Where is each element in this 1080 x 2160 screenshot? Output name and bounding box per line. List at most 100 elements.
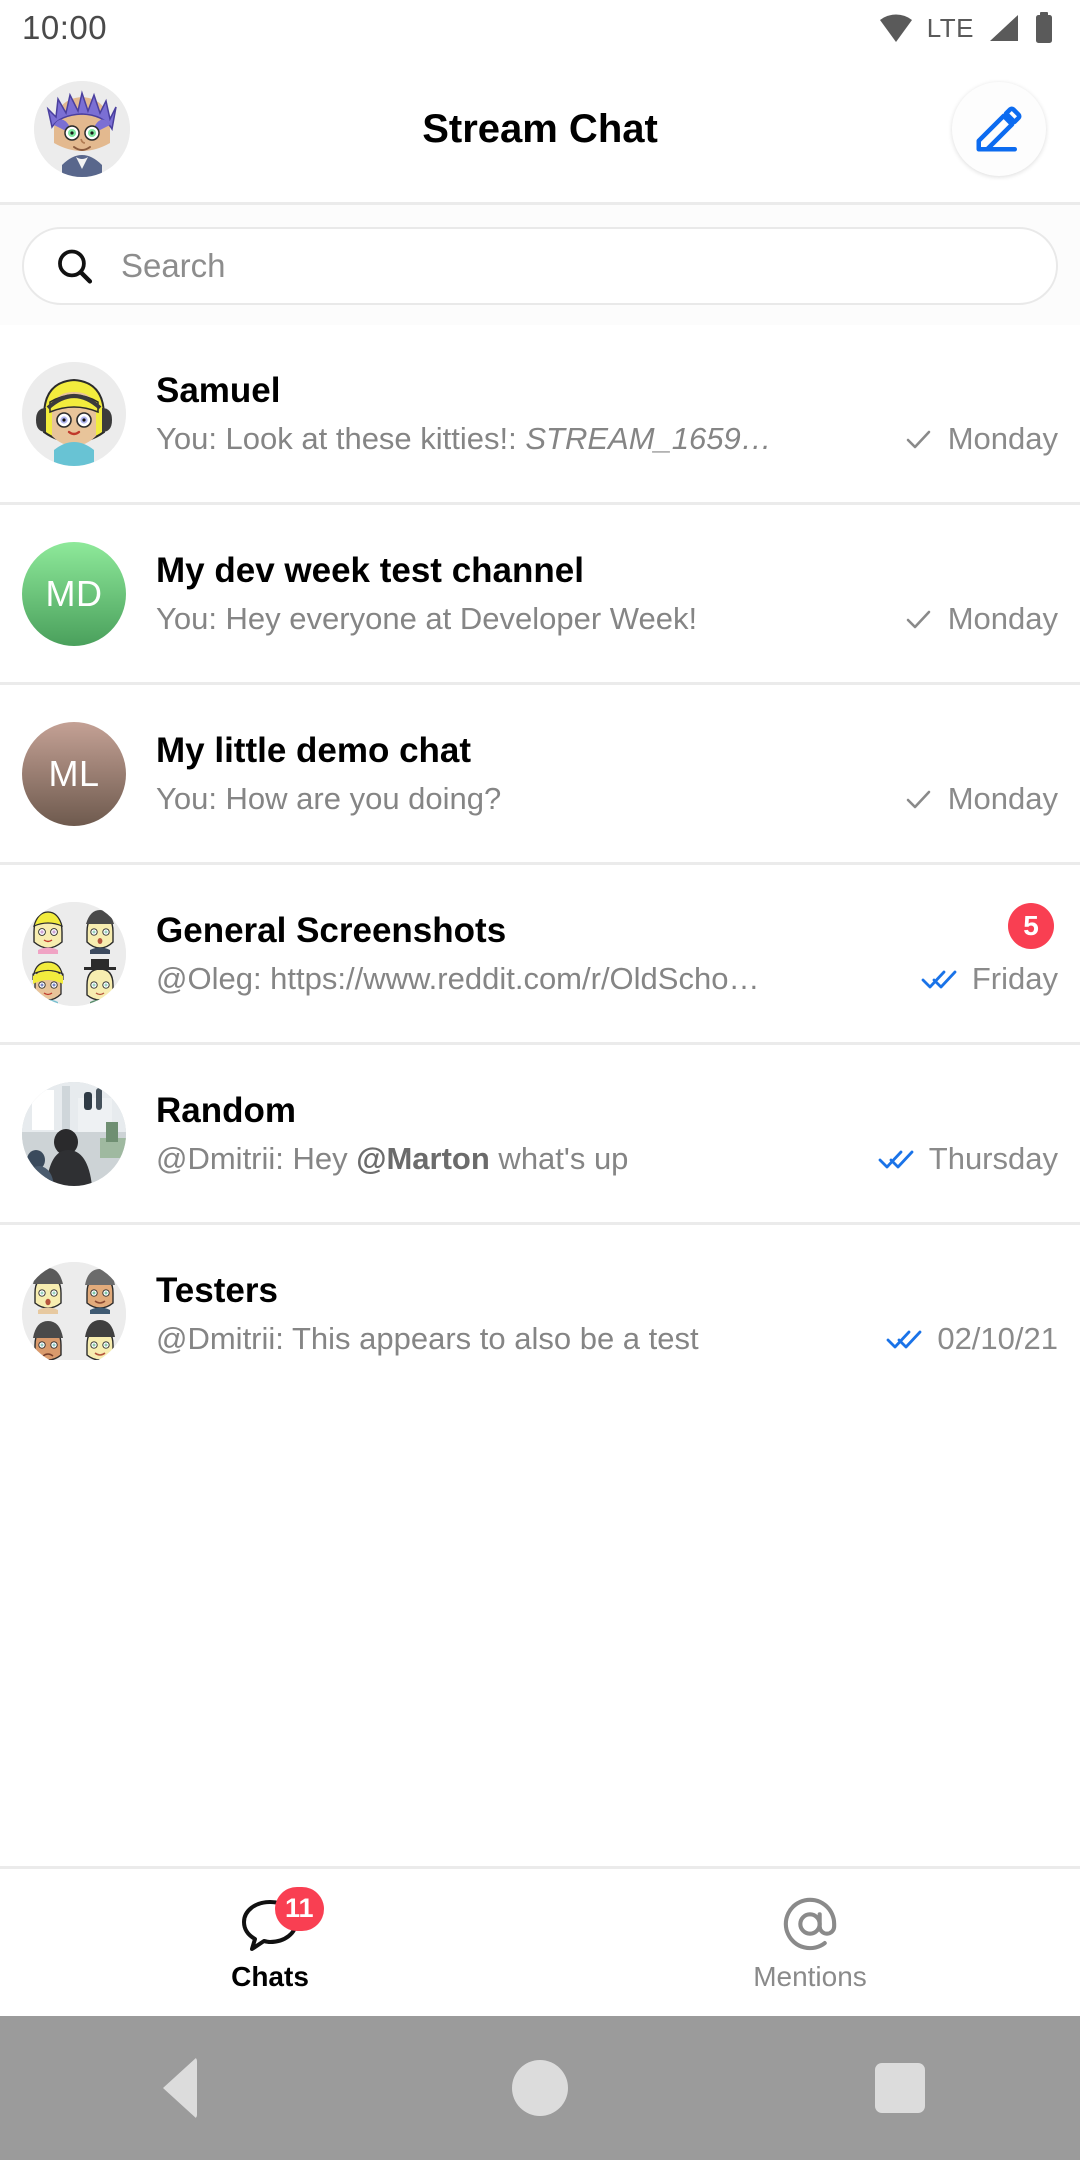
avatar: MD <box>22 541 126 646</box>
channel-list[interactable]: Samuel You: Look at these kitties!: STRE… <box>0 325 1080 1360</box>
collage-cell <box>74 1313 126 1360</box>
channel-body: General Screenshots @Oleg: https://www.r… <box>126 911 1058 997</box>
channel-date: Monday <box>947 420 1058 456</box>
channel-body: My dev week test channel You: Hey everyo… <box>126 551 1058 637</box>
channel-title: Samuel <box>156 370 281 410</box>
avatar-collage <box>22 901 126 1006</box>
avatar: ML <box>22 721 126 826</box>
channel-meta: Monday <box>882 421 1058 457</box>
at-sign-icon <box>783 1897 837 1950</box>
channel-row-samuel[interactable]: Samuel You: Look at these kitties!: STRE… <box>0 325 1080 505</box>
collage-cell <box>22 901 74 954</box>
status-bar: 10:00 LTE <box>0 0 1080 56</box>
channel-body: My little demo chat You: How are you doi… <box>126 731 1058 817</box>
search-box[interactable] <box>22 227 1058 305</box>
channel-row-my-dev-week-test-channel[interactable]: MD My dev week test channel You: Hey eve… <box>0 505 1080 685</box>
collage-cell <box>74 901 126 954</box>
double-check-icon <box>886 1330 922 1348</box>
recents-button[interactable] <box>840 2028 960 2148</box>
nav-item-mentions[interactable]: Mentions <box>540 1869 1080 2016</box>
compose-button[interactable] <box>952 82 1046 176</box>
avatar <box>22 361 126 466</box>
channel-meta: Thursday <box>857 1141 1058 1177</box>
app-bar: Stream Chat <box>0 56 1080 202</box>
channel-row-my-little-demo-chat[interactable]: ML My little demo chat You: How are you … <box>0 685 1080 865</box>
avatar-image-samuel <box>22 361 126 466</box>
home-button[interactable] <box>480 2028 600 2148</box>
preview-mention: @Marton <box>356 1140 490 1176</box>
status-time: 10:00 <box>22 9 108 46</box>
search-input[interactable] <box>120 247 1026 285</box>
preview-attachment: STREAM_1659… <box>525 420 772 456</box>
user-avatar[interactable] <box>34 81 130 177</box>
channel-meta: Monday <box>882 781 1058 817</box>
avatar-collage <box>22 1261 126 1360</box>
channel-title: My dev week test channel <box>156 550 584 590</box>
channel-meta: Monday <box>882 601 1058 637</box>
avatar <box>22 1081 126 1186</box>
user-avatar-image <box>34 81 130 177</box>
channel-subline: @Oleg: https://www.reddit.com/r/OldScho…… <box>156 961 1058 997</box>
compose-pencil-icon <box>976 106 1022 152</box>
avatar-photo-random <box>22 1081 126 1186</box>
nav-icon-wrap: 11 <box>239 1886 324 1955</box>
channel-subline: @Dmitrii: Hey @Marton what's up Thursday <box>156 1141 1058 1177</box>
network-type-label: LTE <box>926 12 974 43</box>
nav-label-mentions: Mentions <box>753 1960 867 1992</box>
chats-unread-badge: 11 <box>275 1886 324 1931</box>
channel-meta: Friday <box>900 961 1058 997</box>
search-section <box>0 205 1080 325</box>
signal-icon <box>990 15 1018 41</box>
preview-text-tail: what's up <box>489 1140 629 1176</box>
wifi-icon <box>879 14 912 42</box>
channel-date: Thursday <box>928 1140 1058 1176</box>
channel-subline: You: Look at these kitties!: STREAM_1659… <box>156 421 1058 457</box>
bottom-navigation: 11 Chats Mentions <box>0 1866 1080 2016</box>
channel-preview: @Dmitrii: This appears to also be a test <box>156 1320 699 1356</box>
channel-row-general-screenshots[interactable]: General Screenshots @Oleg: https://www.r… <box>0 865 1080 1045</box>
nav-label-chats: Chats <box>231 1960 309 1992</box>
channel-body: Samuel You: Look at these kitties!: STRE… <box>126 371 1058 457</box>
status-icons: LTE <box>879 12 1054 44</box>
recents-icon <box>875 2063 925 2113</box>
channel-date: Friday <box>971 960 1058 996</box>
channel-subline: You: How are you doing? Monday <box>156 781 1058 817</box>
channel-meta: 02/10/21 <box>865 1321 1058 1357</box>
channel-row-random[interactable]: Random @Dmitrii: Hey @Marton what's up T… <box>0 1045 1080 1225</box>
channel-title: Random <box>156 1090 296 1130</box>
channel-preview: @Dmitrii: Hey @Marton what's up <box>156 1141 857 1177</box>
nav-item-chats[interactable]: 11 Chats <box>0 1869 540 2016</box>
channel-preview: You: Look at these kitties!: STREAM_1659… <box>156 421 882 457</box>
back-icon <box>163 2057 197 2119</box>
search-icon <box>58 249 93 284</box>
single-check-icon <box>906 790 931 808</box>
collage-cell <box>22 1261 74 1314</box>
channel-body: Random @Dmitrii: Hey @Marton what's up T… <box>126 1091 1058 1177</box>
collage-cell <box>22 953 74 1006</box>
double-check-icon <box>921 970 957 988</box>
avatar-initials: MD <box>45 572 103 614</box>
page-title: Stream Chat <box>422 106 658 151</box>
channel-subline: You: Hey everyone at Developer Week! Mon… <box>156 601 1058 637</box>
nav-icon-wrap <box>781 1893 839 1955</box>
avatar-initials: ML <box>48 752 100 794</box>
channel-title: My little demo chat <box>156 730 472 770</box>
channel-title: General Screenshots <box>156 910 507 950</box>
channel-date: 02/10/21 <box>937 1320 1058 1356</box>
channel-row-testers[interactable]: Testers @Dmitrii: This appears to also b… <box>0 1225 1080 1360</box>
collage-cell <box>22 1313 74 1360</box>
channel-date: Monday <box>947 780 1058 816</box>
back-button[interactable] <box>120 2028 240 2148</box>
channel-date: Monday <box>947 600 1058 636</box>
channel-body: Testers @Dmitrii: This appears to also b… <box>126 1271 1058 1357</box>
preview-text: @Dmitrii: Hey <box>156 1140 357 1176</box>
android-navigation-bar <box>0 2016 1080 2160</box>
single-check-icon <box>906 610 931 628</box>
channel-title: Testers <box>156 1270 278 1310</box>
preview-text: You: Look at these kitties!: <box>156 420 526 456</box>
home-icon <box>512 2060 568 2116</box>
channel-preview: You: Hey everyone at Developer Week! <box>156 600 698 636</box>
collage-cell <box>74 1261 126 1314</box>
unread-badge: 5 <box>1008 903 1054 949</box>
collage-cell <box>74 953 126 1006</box>
